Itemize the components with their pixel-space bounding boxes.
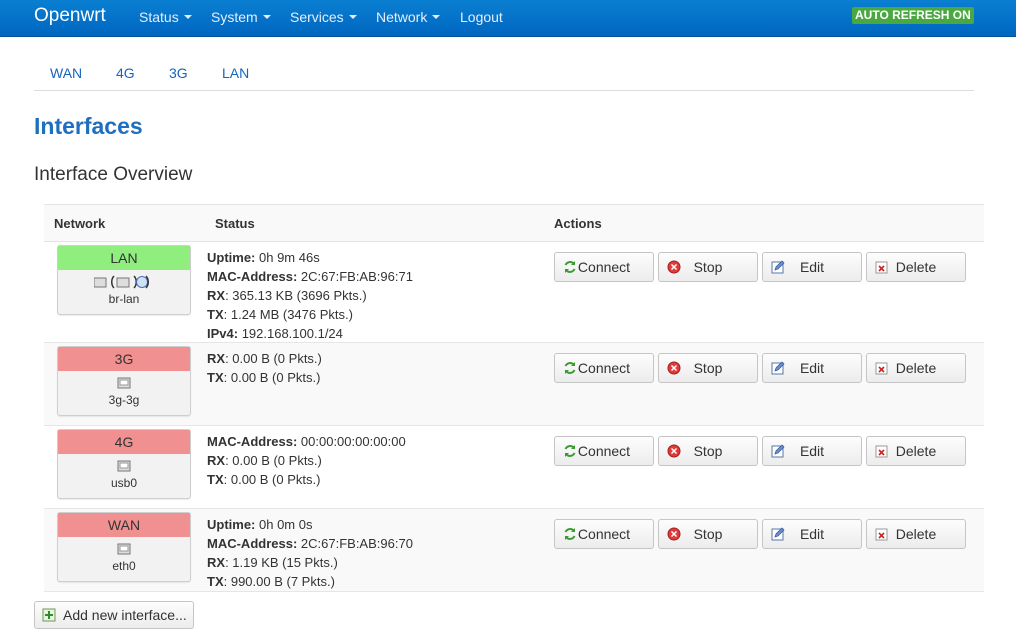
tab-lan[interactable]: LAN bbox=[222, 65, 249, 81]
network-name: WAN bbox=[58, 513, 190, 537]
menu-system-label: System bbox=[211, 9, 258, 25]
status-line: MAC-Address: 00:00:00:00:00:00 bbox=[207, 434, 406, 449]
tab-4g[interactable]: 4G bbox=[116, 65, 135, 81]
add-interface-label: Add new interface... bbox=[63, 607, 187, 623]
edit-button[interactable]: Edit bbox=[762, 436, 862, 466]
interface-status: Uptime: 0h 0m 0s MAC-Address: 2C:67:FB:AB… bbox=[207, 515, 413, 591]
menu-services-label: Services bbox=[290, 9, 344, 25]
status-line: TX: 0.00 B (0 Pkts.) bbox=[207, 370, 321, 385]
network-device-icon bbox=[58, 537, 190, 559]
interface-status: Uptime: 0h 9m 46s MAC-Address: 2C:67:FB:A… bbox=[207, 248, 413, 343]
status-line: IPv4: 192.168.100.1/24 bbox=[207, 326, 343, 341]
tab-wan[interactable]: WAN bbox=[50, 65, 82, 81]
network-device-icon bbox=[58, 371, 190, 393]
add-icon bbox=[42, 608, 56, 622]
status-line: Uptime: 0h 9m 46s bbox=[207, 250, 320, 265]
interface-status: RX: 0.00 B (0 Pkts.) TX: 0.00 B (0 Pkts.) bbox=[207, 349, 322, 387]
network-name: 4G bbox=[58, 430, 190, 454]
table-row: 3G 3g-3g RX: 0.00 B (0 Pkts.) TX: 0.00 B … bbox=[44, 343, 984, 426]
auto-refresh-badge[interactable]: AUTO REFRESH ON bbox=[852, 7, 974, 24]
delete-button[interactable]: Delete bbox=[866, 252, 966, 282]
header-status: Status bbox=[215, 216, 255, 231]
menu-network[interactable]: Network bbox=[376, 9, 441, 25]
status-line: RX: 0.00 B (0 Pkts.) bbox=[207, 453, 322, 468]
status-line: RX: 365.13 KB (3696 Pkts.) bbox=[207, 288, 367, 303]
network-device-icon bbox=[58, 270, 190, 292]
stop-button[interactable]: Stop bbox=[658, 353, 758, 383]
menu-services[interactable]: Services bbox=[290, 9, 357, 25]
chevron-down-icon bbox=[262, 15, 271, 19]
interface-status: MAC-Address: 00:00:00:00:00:00 RX: 0.00 B… bbox=[207, 432, 406, 489]
status-line: TX: 990.00 B (7 Pkts.) bbox=[207, 574, 335, 589]
brand-logo[interactable]: Openwrt bbox=[34, 5, 106, 27]
table-row: 4G usb0 MAC-Address: 00:00:00:00:00:00 RX… bbox=[44, 426, 984, 509]
network-device: usb0 bbox=[110, 476, 138, 490]
connect-button[interactable]: Connect bbox=[554, 436, 654, 466]
stop-button[interactable]: Stop bbox=[658, 436, 758, 466]
network-device: eth0 bbox=[112, 559, 136, 573]
network-badge[interactable]: WAN eth0 bbox=[57, 512, 191, 582]
delete-button[interactable]: Delete bbox=[866, 519, 966, 549]
menu-status[interactable]: Status bbox=[139, 9, 192, 25]
stop-button[interactable]: Stop bbox=[658, 252, 758, 282]
network-device: br-lan bbox=[108, 292, 140, 306]
status-line: RX: 1.19 KB (15 Pkts.) bbox=[207, 555, 338, 570]
menu-status-label: Status bbox=[139, 9, 179, 25]
edit-button[interactable]: Edit bbox=[762, 519, 862, 549]
interface-table: Network Status Actions LAN br-lan Uptime… bbox=[44, 204, 984, 592]
connect-button[interactable]: Connect bbox=[554, 252, 654, 282]
interface-tabs: WAN 4G 3G LAN bbox=[34, 58, 974, 91]
status-line: Uptime: 0h 0m 0s bbox=[207, 517, 313, 532]
network-badge[interactable]: LAN br-lan bbox=[57, 245, 191, 315]
table-row: WAN eth0 Uptime: 0h 0m 0s MAC-Address: 2C… bbox=[44, 509, 984, 592]
chevron-down-icon bbox=[432, 15, 441, 19]
status-line: TX: 1.24 MB (3476 Pkts.) bbox=[207, 307, 353, 322]
network-name: 3G bbox=[58, 347, 190, 371]
chevron-down-icon bbox=[348, 15, 357, 19]
menu-network-label: Network bbox=[376, 9, 428, 25]
top-navbar: Openwrt Status System Services Network L… bbox=[0, 0, 1016, 37]
header-network: Network bbox=[54, 216, 106, 231]
chevron-down-icon bbox=[183, 15, 192, 19]
edit-button[interactable]: Edit bbox=[762, 353, 862, 383]
connect-button[interactable]: Connect bbox=[554, 519, 654, 549]
status-line: MAC-Address: 2C:67:FB:AB:96:71 bbox=[207, 269, 413, 284]
network-badge[interactable]: 3G 3g-3g bbox=[57, 346, 191, 416]
connect-button[interactable]: Connect bbox=[554, 353, 654, 383]
edit-button[interactable]: Edit bbox=[762, 252, 862, 282]
table-row: LAN br-lan Uptime: 0h 9m 46s MAC-Address:… bbox=[44, 242, 984, 343]
header-actions: Actions bbox=[554, 216, 602, 231]
stop-button[interactable]: Stop bbox=[658, 519, 758, 549]
table-header: Network Status Actions bbox=[44, 204, 984, 242]
add-interface-button[interactable]: Add new interface... bbox=[34, 601, 194, 629]
delete-button[interactable]: Delete bbox=[866, 353, 966, 383]
menu-logout[interactable]: Logout bbox=[460, 9, 503, 25]
menu-system[interactable]: System bbox=[211, 9, 271, 25]
network-badge[interactable]: 4G usb0 bbox=[57, 429, 191, 499]
network-device: 3g-3g bbox=[108, 393, 140, 407]
section-title: Interface Overview bbox=[34, 164, 193, 185]
page-title: Interfaces bbox=[34, 113, 143, 139]
status-line: TX: 0.00 B (0 Pkts.) bbox=[207, 472, 321, 487]
network-device-icon bbox=[58, 454, 190, 476]
network-name: LAN bbox=[58, 246, 190, 270]
tab-3g[interactable]: 3G bbox=[169, 65, 188, 81]
status-line: RX: 0.00 B (0 Pkts.) bbox=[207, 351, 322, 366]
delete-button[interactable]: Delete bbox=[866, 436, 966, 466]
status-line: MAC-Address: 2C:67:FB:AB:96:70 bbox=[207, 536, 413, 551]
